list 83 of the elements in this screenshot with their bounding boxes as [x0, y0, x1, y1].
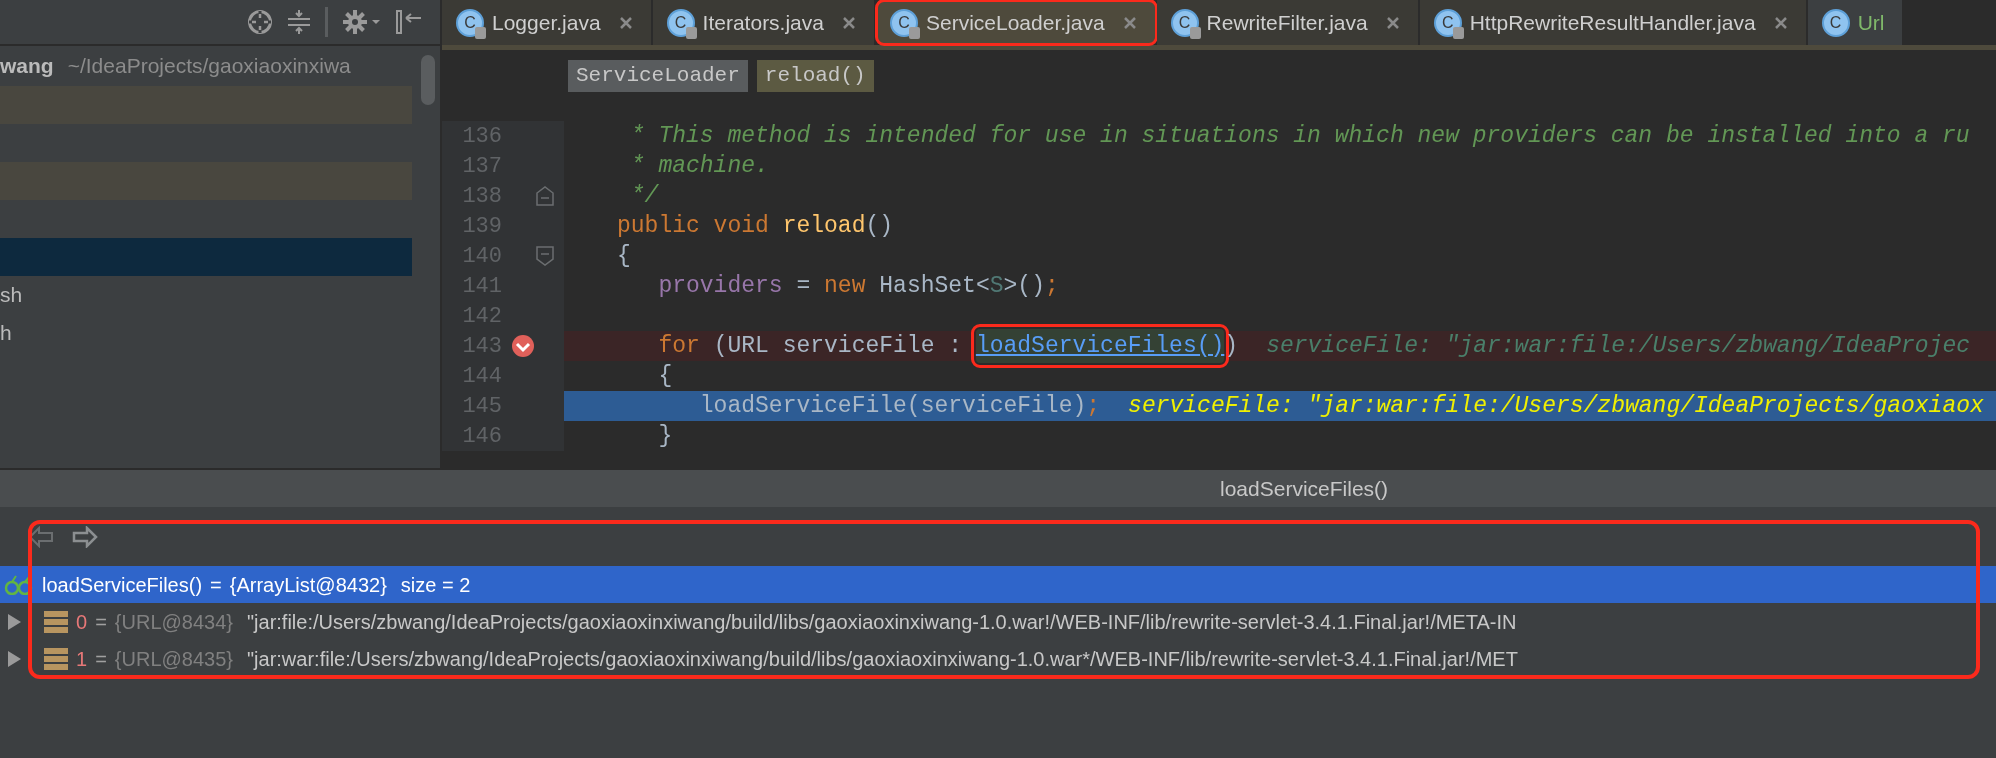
- variable-name: 1: [76, 646, 88, 672]
- close-icon[interactable]: [1122, 15, 1137, 30]
- editor-tab[interactable]: C ServiceLoader.java: [876, 0, 1157, 45]
- fold-icon[interactable]: [536, 186, 554, 206]
- close-icon[interactable]: [1385, 15, 1400, 30]
- equals-sign: =: [95, 609, 107, 635]
- code-punctuation: ;: [1044, 271, 1059, 301]
- variable-value: "jar:file:/Users/zbwang/IdeaProjects/gaoxiaoxinxiwang/build/libs/gaoxiaoxinxiwang-1.0.war!/WEB-INF/lib/rewrite-servlet-3.4.1.Final.jar!/META-IN: [247, 609, 1517, 635]
- breakpoint-icon[interactable]: [511, 334, 535, 358]
- code-text: (URL serviceFile :: [712, 331, 964, 361]
- expand-arrow-icon[interactable]: [6, 612, 22, 631]
- editor-tab[interactable]: C Url: [1807, 0, 1905, 45]
- editor-tab[interactable]: C HttpRewriteResultHandler.java: [1419, 0, 1808, 45]
- code-comment: */: [629, 181, 659, 211]
- class-icon: C: [1170, 8, 1199, 37]
- variable-name: 0: [76, 609, 88, 635]
- project-path: ~/IdeaProjects/gaoxiaoxinxiwa: [67, 53, 351, 80]
- settings-icon[interactable]: [342, 9, 382, 35]
- code-field: providers: [617, 268, 783, 304]
- variable-row[interactable]: 1 = {URL@8435} "jar:war:file:/Users/zbwang/IdeaProjects/gaoxiaoxinxiwang/build/libs/gaoxiaoxinxiwang-1.0.war*/WEB-INF/lib/rewrite-servlet-3.4.1.Final.jar!/MET: [0, 640, 1996, 677]
- editor-tab[interactable]: C Iterators.java: [652, 0, 876, 45]
- code-text: =: [795, 271, 812, 301]
- code-text: loadServiceFile(serviceFile): [698, 391, 1087, 421]
- class-icon: C: [666, 8, 695, 37]
- code-text: >(): [1003, 271, 1045, 301]
- class-icon: C: [890, 8, 918, 37]
- code-keyword: for: [657, 331, 700, 361]
- variable-row[interactable]: 0 = {URL@8434} "jar:file:/Users/zbwang/IdeaProjects/gaoxiaoxinxiwang/build/libs/gaoxiaoxinxiwang-1.0.war!/WEB-INF/lib/rewrite-servlet-3.4.1.Final.jar!/META-IN: [0, 603, 1996, 640]
- object-reference: {URL@8434}: [114, 609, 233, 635]
- collapse-all-icon[interactable]: [287, 9, 311, 35]
- code-text: {: [617, 241, 631, 271]
- code-comment: * machine.: [629, 151, 769, 181]
- code-method: reload: [782, 211, 866, 241]
- lock-icon: [475, 26, 486, 39]
- inline-value-hint: serviceFile: "jar:war:file:/Users/zbwang/IdeaProjects/gaoxiaox: [1128, 391, 1984, 421]
- tab-label: ServiceLoader.java: [926, 9, 1105, 36]
- object-reference: {ArrayList@8432}: [229, 572, 387, 598]
- tab-label: HttpRewriteResultHandler.java: [1469, 9, 1756, 36]
- tab-label: Logger.java: [492, 9, 601, 36]
- close-icon[interactable]: [618, 15, 633, 30]
- project-name: wang: [0, 53, 54, 80]
- tab-label: RewriteFilter.java: [1206, 9, 1368, 36]
- code-text: }: [657, 421, 673, 451]
- hide-panel-icon[interactable]: [396, 10, 422, 34]
- breadcrumb[interactable]: reload(): [756, 60, 874, 92]
- lock-icon: [685, 26, 697, 39]
- code-comment: * This method is intended for use in situations in which new providers can be installed into a ru: [629, 121, 1970, 151]
- lock-icon: [909, 26, 920, 39]
- code-keyword: new: [824, 271, 866, 301]
- code-keyword: public void: [617, 211, 770, 241]
- scrollbar-thumb[interactable]: [421, 55, 435, 105]
- class-icon: C: [1433, 8, 1462, 37]
- expand-arrow-icon[interactable]: [6, 649, 22, 668]
- code-text: (): [865, 211, 894, 241]
- class-icon: C: [1821, 8, 1850, 37]
- array-element-icon: [44, 610, 68, 633]
- fold-icon[interactable]: [536, 246, 554, 266]
- object-reference: {URL@8435}: [114, 646, 233, 672]
- close-icon[interactable]: [1773, 15, 1788, 30]
- equals-sign: =: [210, 572, 222, 598]
- panel-title: loadServiceFiles(): [1220, 475, 1389, 502]
- array-element-icon: [44, 647, 68, 670]
- class-icon: C: [456, 8, 484, 37]
- code-text: {: [657, 361, 673, 391]
- inline-value-hint: serviceFile: "jar:war:file:/Users/zbwang/IdeaProjec: [1266, 331, 1971, 361]
- code-text: HashSet<: [878, 271, 990, 301]
- tab-label: Url: [1857, 9, 1885, 36]
- locate-icon[interactable]: [247, 9, 273, 35]
- code-type: S: [989, 271, 1004, 301]
- editor-tab[interactable]: C Logger.java: [442, 0, 653, 45]
- variable-value: "jar:war:file:/Users/zbwang/IdeaProjects/gaoxiaoxinxiwang/build/libs/gaoxiaoxinxiwang-1.0.war*/WEB-INF/lib/rewrite-servlet-3.4.1.Final.jar!/MET: [247, 646, 1518, 672]
- variable-row[interactable]: loadServiceFiles() = {ArrayList@8432} size = 2: [0, 566, 1996, 603]
- variable-value: size = 2: [400, 572, 471, 598]
- lock-icon: [1452, 26, 1464, 39]
- forward-arrow-icon[interactable]: [72, 525, 98, 548]
- variable-name: loadServiceFiles(): [42, 572, 203, 598]
- code-punctuation: ;: [1086, 391, 1101, 421]
- breadcrumb[interactable]: ServiceLoader: [568, 60, 748, 92]
- editor-tab[interactable]: C RewriteFilter.java: [1156, 0, 1420, 45]
- equals-sign: =: [95, 646, 107, 672]
- close-icon[interactable]: [842, 15, 856, 30]
- lock-icon: [1189, 26, 1201, 39]
- tab-label: Iterators.java: [702, 9, 824, 36]
